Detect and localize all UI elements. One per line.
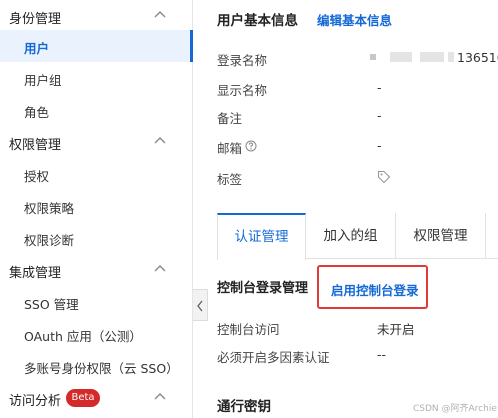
field-value-mfa: -- [377,347,387,362]
main-content: 用户基本信息 编辑基本信息 登录名称 136510 显示名称 - 备注 - 邮箱… [208,0,498,418]
field-label-tag: 标签 [217,172,243,187]
tab-auth[interactable]: 认证管理 [217,213,306,260]
field-label-console-access: 控制台访问 [217,322,280,337]
sidebar-item-label: 权限策略 [24,201,75,216]
field-value-login-name: 136510 [457,50,498,65]
field-value-display-name: - [377,80,382,95]
tab-groups[interactable]: 加入的组 [306,213,396,259]
sidebar-section-title: 集成管理 [9,266,62,281]
sidebar-item-label: SSO 管理 [24,297,79,312]
edit-info-link[interactable]: 编辑基本信息 [317,10,392,29]
sidebar-item-label: 授权 [24,169,50,184]
beta-badge: Beta [66,389,100,407]
access-key-title: 通行密钥 [217,399,271,415]
sidebar-section-title: 权限管理 [9,138,62,153]
sidebar-item-diagnosis[interactable]: 权限诊断 [0,222,193,254]
tag-icon[interactable] [377,170,391,184]
sidebar-collapse-handle[interactable] [193,289,208,321]
sidebar-item-sso[interactable]: SSO 管理 [0,286,193,318]
sidebar-item-grant[interactable]: 授权 [0,158,193,190]
field-value-console-access: 未开启 [377,322,415,337]
sidebar-item-label: 多账号身份权限（云 SSO） [24,361,179,376]
field-value-remark: - [377,108,382,123]
enable-console-login-link[interactable]: 启用控制台登录 [331,280,419,299]
sidebar-item-label: 权限诊断 [24,233,75,248]
chevron-up-icon[interactable] [154,136,166,144]
sidebar-section-permission[interactable]: 权限管理 [0,126,193,158]
sidebar-item-policy[interactable]: 权限策略 [0,190,193,222]
sidebar: 身份管理 用户 用户组 角色 权限管理 授权 权限策略 权限诊断 集成管理 SS… [0,0,193,418]
tab-permission[interactable]: 权限管理 [396,213,486,259]
watermark: CSDN @阿齐Archie [413,404,497,414]
field-label-remark: 备注 [217,111,243,126]
user-info-title: 用户基本信息 [217,13,298,29]
sidebar-item-usergroup[interactable]: 用户组 [0,62,193,94]
chevron-up-icon[interactable] [154,392,166,400]
chevron-up-icon[interactable] [154,264,166,272]
field-label-email: 邮箱 [217,141,243,156]
sidebar-section-title: 身份管理 [9,12,62,27]
console-login-title: 控制台登录管理 [217,281,309,296]
chevron-up-icon[interactable] [154,10,166,18]
field-value-email: - [377,138,382,153]
sidebar-item-label: 用户 [24,41,50,56]
detail-tabs: 认证管理 加入的组 权限管理 [217,213,498,260]
sidebar-item-cloud-sso[interactable]: 多账号身份权限（云 SSO） [0,350,193,382]
sidebar-section-integration[interactable]: 集成管理 [0,254,193,286]
sidebar-item-role[interactable]: 角色 [0,94,193,126]
sidebar-section-title: 访问分析 [9,394,62,409]
sidebar-item-label: 用户组 [24,73,62,88]
chevron-left-icon [197,300,203,312]
sidebar-section-identity[interactable]: 身份管理 [0,0,193,32]
field-label-login-name: 登录名称 [217,53,268,68]
field-label-display-name: 显示名称 [217,83,268,98]
sidebar-item-user[interactable]: 用户 [0,30,193,62]
field-label-mfa: 必须开启多因素认证 [217,350,330,365]
sidebar-item-label: 角色 [24,105,50,120]
sidebar-item-label: OAuth 应用（公测） [24,329,142,344]
sidebar-item-oauth[interactable]: OAuth 应用（公测） [0,318,193,350]
help-icon[interactable] [245,140,257,152]
